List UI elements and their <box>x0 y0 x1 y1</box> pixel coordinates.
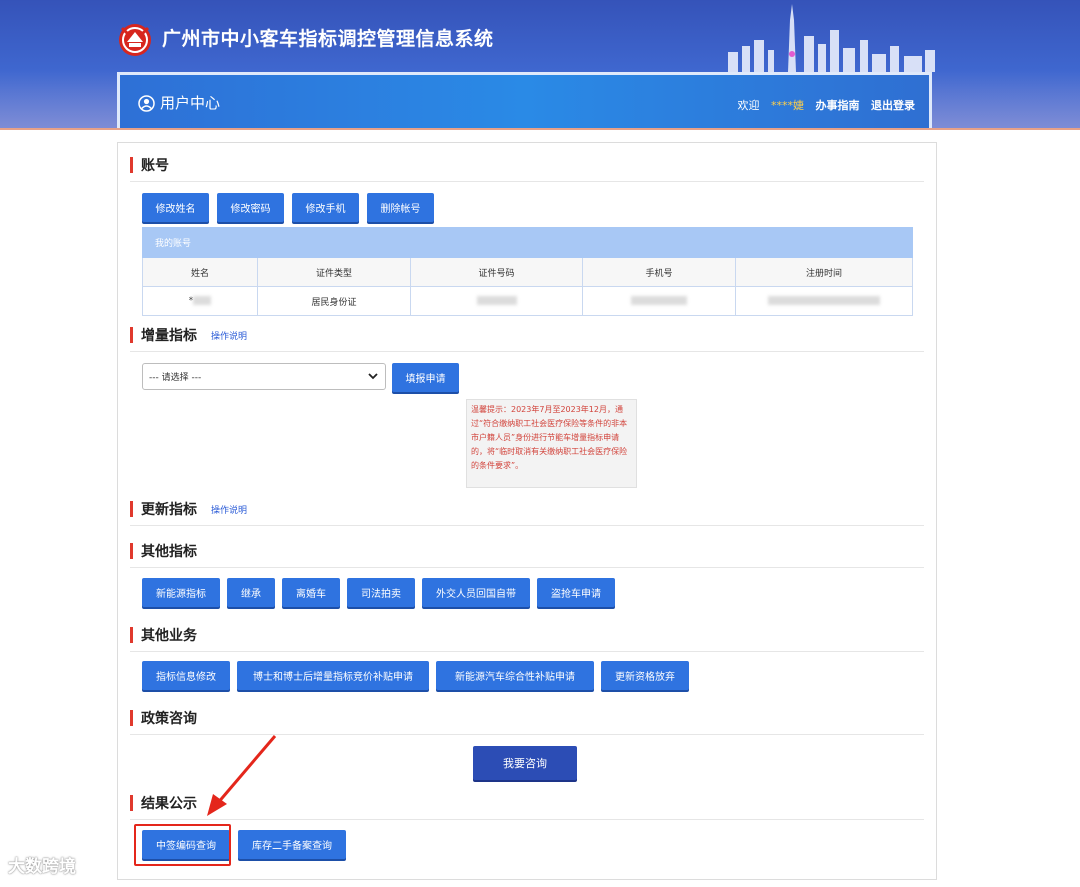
table-header-row: 姓名 证件类型 证件号码 手机号 注册时间 <box>142 257 913 287</box>
section-title: 政策咨询 <box>141 711 197 727</box>
divider <box>130 567 924 568</box>
select-value: --- 请选择 --- <box>149 373 202 383</box>
section-policy: 政策咨询 <box>130 707 197 729</box>
system-title: 广州市中小客车指标调控管理信息系统 <box>162 28 494 50</box>
column-header: 姓名 <box>142 257 258 287</box>
section-marker <box>130 710 133 726</box>
phone-cell <box>582 286 736 316</box>
user-center-bar: 用户中心 欢迎 ****婕 办事指南 退出登录 <box>117 72 932 128</box>
new-energy-subsidy-button[interactable]: 新能源汽车综合性补贴申请 <box>436 661 594 690</box>
user-center-title: 用户中心 <box>160 94 221 112</box>
used-car-record-query-button[interactable]: 库存二手备案查询 <box>238 830 346 859</box>
notice-tip: 温馨提示：2023年7月至2023年12月，通过“符合缴纳职工社会医疗保险等条件… <box>466 399 637 488</box>
city-emblem-icon <box>119 24 151 56</box>
quota-info-edit-button[interactable]: 指标信息修改 <box>142 661 230 690</box>
section-marker <box>130 327 133 343</box>
change-password-button[interactable]: 修改密码 <box>217 193 284 222</box>
section-title: 其他业务 <box>141 628 197 644</box>
id-type-cell: 居民身份证 <box>257 286 411 316</box>
quota-type-select[interactable]: --- 请选择 --- <box>142 363 386 390</box>
doctor-subsidy-button[interactable]: 博士和博士后增量指标竞价补贴申请 <box>237 661 429 690</box>
edit-name-button[interactable]: 修改姓名 <box>142 193 209 222</box>
section-renewal: 更新指标 操作说明 <box>130 498 247 520</box>
section-increment: 增量指标 操作说明 <box>130 324 247 346</box>
section-marker <box>130 501 133 517</box>
section-marker <box>130 543 133 559</box>
id-number-cell <box>410 286 583 316</box>
stolen-car-button[interactable]: 盗抢车申请 <box>537 578 615 607</box>
user-links: 欢迎 ****婕 办事指南 退出登录 <box>730 97 916 113</box>
consult-button[interactable]: 我要咨询 <box>473 746 577 780</box>
section-marker <box>130 627 133 643</box>
annotation-arrow-icon <box>207 735 277 816</box>
column-header: 证件号码 <box>410 257 583 287</box>
account-table: 我的账号 姓名 证件类型 证件号码 手机号 注册时间 * 居民身份证 <box>142 227 913 316</box>
chevron-down-icon <box>368 373 378 380</box>
new-energy-quota-button[interactable]: 新能源指标 <box>142 578 220 607</box>
apply-button[interactable]: 填报申请 <box>392 363 459 392</box>
user-circle-icon <box>138 95 155 112</box>
section-results: 结果公示 <box>130 792 197 814</box>
help-link[interactable]: 操作说明 <box>211 503 247 516</box>
watermark: 大数跨境 <box>8 857 76 877</box>
divider <box>130 181 924 182</box>
divider <box>130 525 924 526</box>
divider <box>130 651 924 652</box>
delete-account-button[interactable]: 删除帐号 <box>367 193 434 222</box>
register-time-cell <box>735 286 913 316</box>
column-header: 注册时间 <box>735 257 913 287</box>
section-account: 账号 <box>130 154 169 176</box>
welcome-text: 欢迎 <box>737 99 760 112</box>
section-other-quota: 其他指标 <box>130 540 197 562</box>
change-phone-button[interactable]: 修改手机 <box>292 193 359 222</box>
column-header: 手机号 <box>582 257 736 287</box>
section-title: 结果公示 <box>141 796 197 812</box>
redacted-value <box>631 296 687 305</box>
section-marker <box>130 795 133 811</box>
judicial-auction-button[interactable]: 司法拍卖 <box>347 578 415 607</box>
section-title: 更新指标 <box>141 502 197 518</box>
divider <box>130 351 924 352</box>
diplomat-button[interactable]: 外交人员回国自带 <box>422 578 530 607</box>
redacted-value <box>768 296 880 305</box>
redacted-value <box>476 296 517 305</box>
section-other-business: 其他业务 <box>130 624 197 646</box>
renewal-abandon-button[interactable]: 更新资格放弃 <box>601 661 689 690</box>
section-marker <box>130 157 133 173</box>
section-title: 账号 <box>141 158 169 174</box>
username: ****婕 <box>771 99 804 112</box>
guide-link[interactable]: 办事指南 <box>816 99 860 112</box>
logout-link[interactable]: 退出登录 <box>871 99 915 112</box>
city-skyline-illustration <box>728 4 935 72</box>
highlight-box <box>134 824 231 866</box>
table-row: * 居民身份证 <box>142 286 913 316</box>
help-link[interactable]: 操作说明 <box>211 329 247 342</box>
header-banner: 广州市中小客车指标调控管理信息系统 用户中心 欢迎 ****婕 办事指南 退出登… <box>0 0 1080 130</box>
section-title: 增量指标 <box>141 328 197 344</box>
redacted-value <box>193 296 212 305</box>
divorce-car-button[interactable]: 离婚车 <box>282 578 340 607</box>
inheritance-button[interactable]: 继承 <box>227 578 275 607</box>
table-caption: 我的账号 <box>142 227 913 258</box>
column-header: 证件类型 <box>257 257 411 287</box>
section-title: 其他指标 <box>141 544 197 560</box>
name-cell: * <box>142 286 258 316</box>
